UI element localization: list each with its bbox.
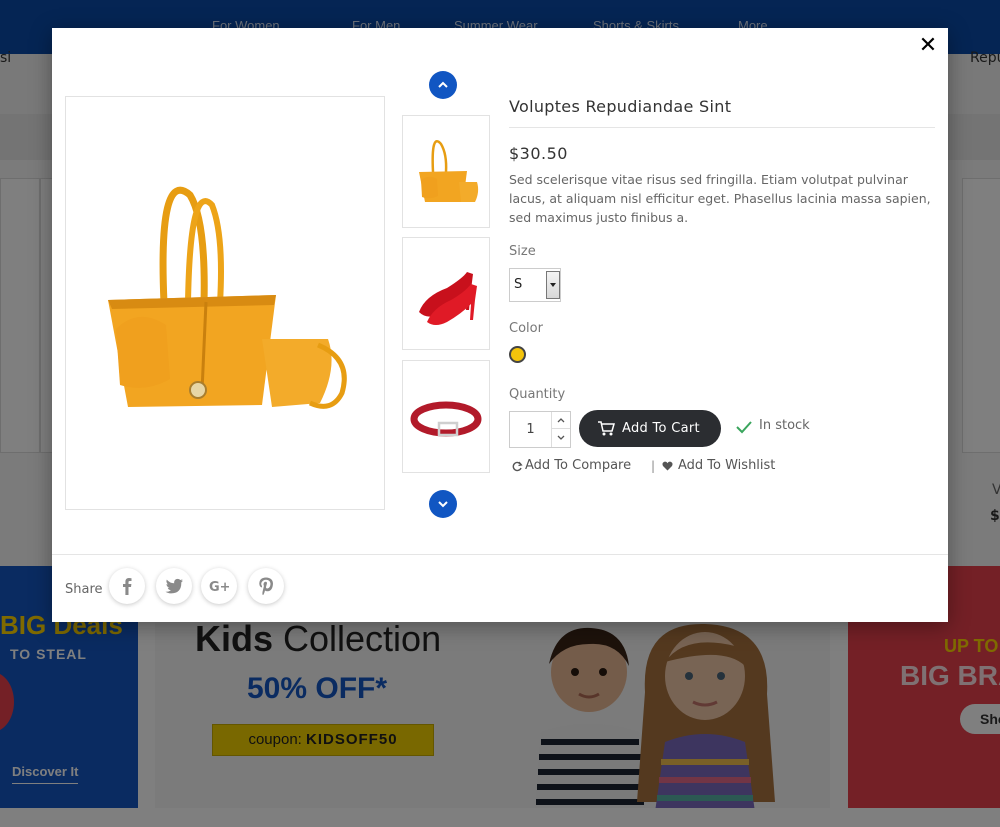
chevron-up-icon [438, 81, 448, 88]
share-pinterest-button[interactable] [248, 568, 284, 604]
share-footer: Share G+ [52, 554, 948, 622]
product-details: Voluptes Repudiandae Sint $30.50 Sed sce… [509, 96, 935, 473]
size-label: Size [509, 244, 536, 259]
cart-icon [598, 421, 615, 436]
size-select[interactable]: S [509, 268, 561, 302]
stock-status-text: In stock [759, 418, 810, 433]
thumbnail-scroll-up-button[interactable] [429, 71, 457, 99]
chevron-down-icon [438, 501, 448, 508]
quick-view-modal: ✕ Voluptes Repudiandae Sint $30.50 Sed s… [52, 28, 948, 622]
size-select-value: S [514, 277, 523, 292]
thumbnail-scroll-down-button[interactable] [429, 490, 457, 518]
add-to-wishlist-label: Add To Wishlist [678, 458, 776, 473]
action-separator: | [651, 459, 656, 473]
quantity-stepper: 1 [509, 411, 571, 448]
google-plus-icon: G+ [209, 580, 229, 595]
red-belt-thumbnail-image [410, 401, 482, 437]
heart-icon [662, 461, 673, 471]
quantity-increase-button[interactable] [552, 412, 570, 429]
add-to-compare-label: Add To Compare [525, 458, 632, 473]
thumbnail-belt[interactable] [402, 360, 490, 473]
share-twitter-button[interactable] [156, 568, 192, 604]
chevron-down-icon [557, 435, 565, 440]
main-product-image [65, 96, 385, 510]
quantity-label: Quantity [509, 387, 566, 402]
share-google-plus-button[interactable]: G+ [201, 568, 237, 604]
red-heels-thumbnail-image [419, 272, 477, 325]
pinterest-icon [259, 577, 273, 595]
product-price: $30.50 [509, 144, 568, 163]
yellow-handbag-image [108, 186, 347, 409]
svg-text:G+: G+ [209, 580, 229, 595]
product-description: Sed scelerisque vitae risus sed fringill… [509, 172, 931, 225]
product-title: Voluptes Repudiandae Sint [509, 96, 935, 128]
add-to-cart-button[interactable]: Add To Cart [579, 410, 721, 447]
chevron-up-icon [557, 418, 565, 423]
refresh-icon [512, 461, 523, 472]
facebook-icon [123, 578, 132, 595]
thumbnail-heels[interactable] [402, 237, 490, 350]
quantity-decrease-button[interactable] [552, 429, 570, 446]
color-label: Color [509, 321, 543, 336]
twitter-icon [165, 578, 183, 594]
quantity-input[interactable]: 1 [510, 412, 552, 447]
close-icon[interactable]: ✕ [918, 35, 938, 57]
color-swatch-yellow[interactable] [509, 346, 526, 363]
share-facebook-button[interactable] [109, 568, 145, 604]
check-icon [736, 421, 752, 434]
thumbnail-handbag[interactable] [402, 115, 490, 228]
dropdown-arrow-icon [546, 271, 560, 299]
share-label: Share [65, 582, 103, 597]
add-to-cart-label: Add To Cart [622, 421, 700, 436]
handbag-thumbnail-image [419, 140, 479, 202]
